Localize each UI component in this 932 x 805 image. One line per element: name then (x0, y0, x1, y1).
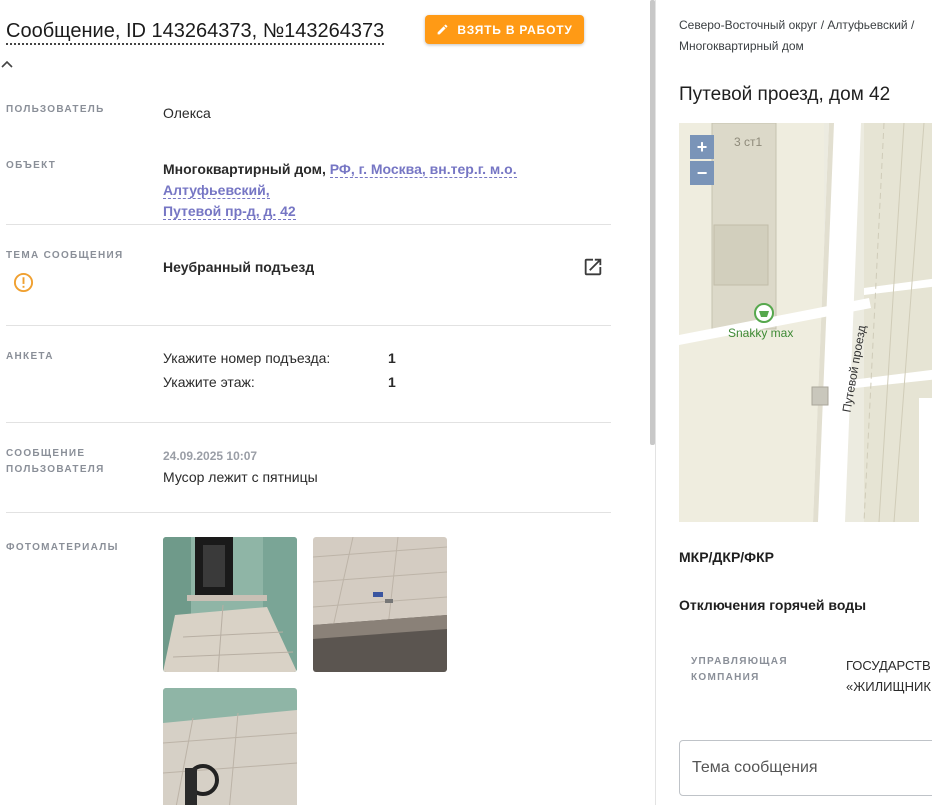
divider (6, 422, 611, 423)
take-to-work-button[interactable]: ВЗЯТЬ В РАБОТУ (425, 15, 584, 44)
map[interactable]: + − 3 ст1 Snakky max Путевой проезд (679, 123, 932, 522)
message-panel: Сообщение, ID 143264373, №143264373 ВЗЯТ… (0, 0, 650, 805)
repairs-section-title[interactable]: МКР/ДКР/ФКР (679, 549, 774, 565)
object-type: Многоквартирный дом, (163, 161, 326, 177)
message-label: СООБЩЕНИЕ ПОЛЬЗОВАТЕЛЯ (6, 448, 105, 475)
open-external-icon[interactable] (582, 256, 604, 278)
zoom-in-button[interactable]: + (690, 135, 714, 159)
page-title: Сообщение, ID 143264373, №143264373 (6, 19, 385, 45)
management-label: УПРАВЛЯЮЩАЯ КОМПАНИЯ (691, 656, 788, 683)
object-value: Многоквартирный дом, РФ, г. Москва, вн.т… (163, 159, 613, 222)
anketa-answer: 1 (388, 350, 396, 366)
topic-input-box (679, 740, 932, 796)
hot-water-section-title[interactable]: Отключения горячей воды (679, 597, 866, 613)
breadcrumb: Северо-Восточный округ / Алтуфьевский / М… (679, 18, 915, 53)
divider (6, 224, 611, 225)
map-building-label: 3 ст1 (734, 135, 763, 149)
anketa-label: АНКЕТА (6, 351, 54, 362)
user-label: ПОЛЬЗОВАТЕЛЬ (6, 104, 105, 115)
anketa-question: Укажите этаж: (163, 374, 255, 390)
divider (6, 325, 611, 326)
photo-thumbnail[interactable] (163, 537, 297, 672)
pencil-icon (438, 24, 448, 35)
object-address-link-2[interactable]: Путевой пр-д, д. 42 (163, 203, 296, 220)
warning-icon (13, 272, 34, 293)
user-value: Олекса (163, 105, 211, 121)
photo-thumbnail[interactable] (163, 688, 297, 805)
topic-label: ТЕМА СООБЩЕНИЯ (6, 250, 124, 261)
object-address-title: Путевой проезд, дом 42 (679, 84, 891, 105)
map-poi-label[interactable]: Snakky max (728, 326, 793, 340)
object-info-panel: Северо-Восточный округ / Алтуфьевский / М… (656, 0, 932, 805)
message-text: Мусор лежит с пятницы (163, 469, 318, 485)
management-value: ГОСУДАРСТВ «ЖИЛИЩНИК (846, 658, 931, 694)
photo-thumbnail[interactable] (313, 537, 447, 672)
topic-value: Неубранный подъезд (163, 259, 315, 275)
topic-input[interactable] (680, 741, 932, 795)
object-label: ОБЪЕКТ (6, 160, 57, 171)
zoom-out-button[interactable]: − (690, 161, 714, 185)
photos-label: ФОТОМАТЕРИАЛЫ (6, 542, 119, 553)
message-timestamp: 24.09.2025 10:07 (163, 449, 258, 463)
divider (6, 512, 611, 513)
anketa-answer: 1 (388, 374, 396, 390)
chevron-up-icon[interactable] (0, 58, 14, 72)
take-to-work-label: ВЗЯТЬ В РАБОТУ (457, 22, 573, 37)
anketa-question: Укажите номер подъезда: (163, 350, 331, 366)
